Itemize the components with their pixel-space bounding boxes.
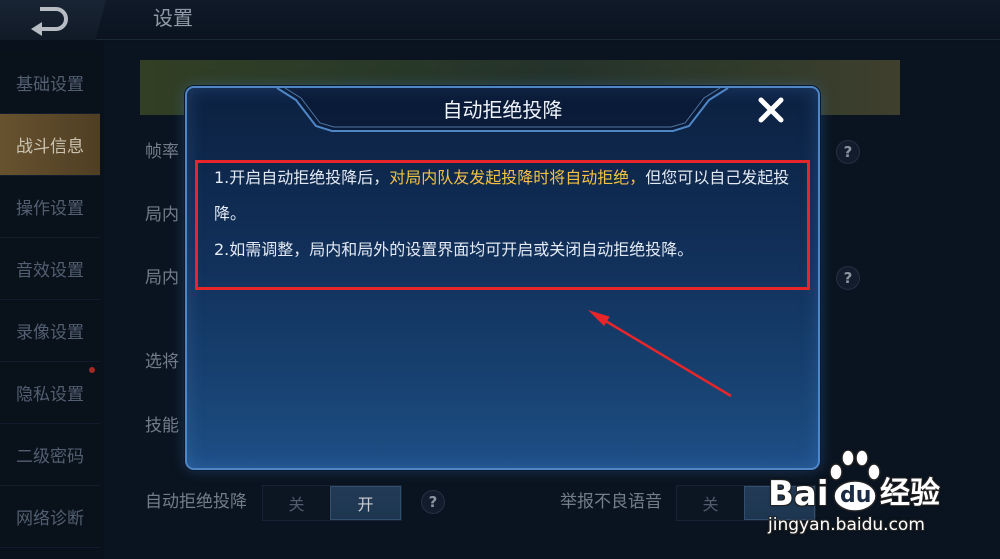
watermark-url: jingyan.baidu.com xyxy=(768,515,925,535)
close-icon xyxy=(758,97,784,123)
close-button[interactable] xyxy=(756,95,786,125)
watermark-logo-left: Bai xyxy=(768,474,829,514)
dialog-title: 自动拒绝投降 xyxy=(442,98,563,122)
watermark-product: 经验 xyxy=(880,476,940,511)
annotation-highlight-box xyxy=(195,160,810,290)
watermark-logo-right: du xyxy=(840,483,872,508)
